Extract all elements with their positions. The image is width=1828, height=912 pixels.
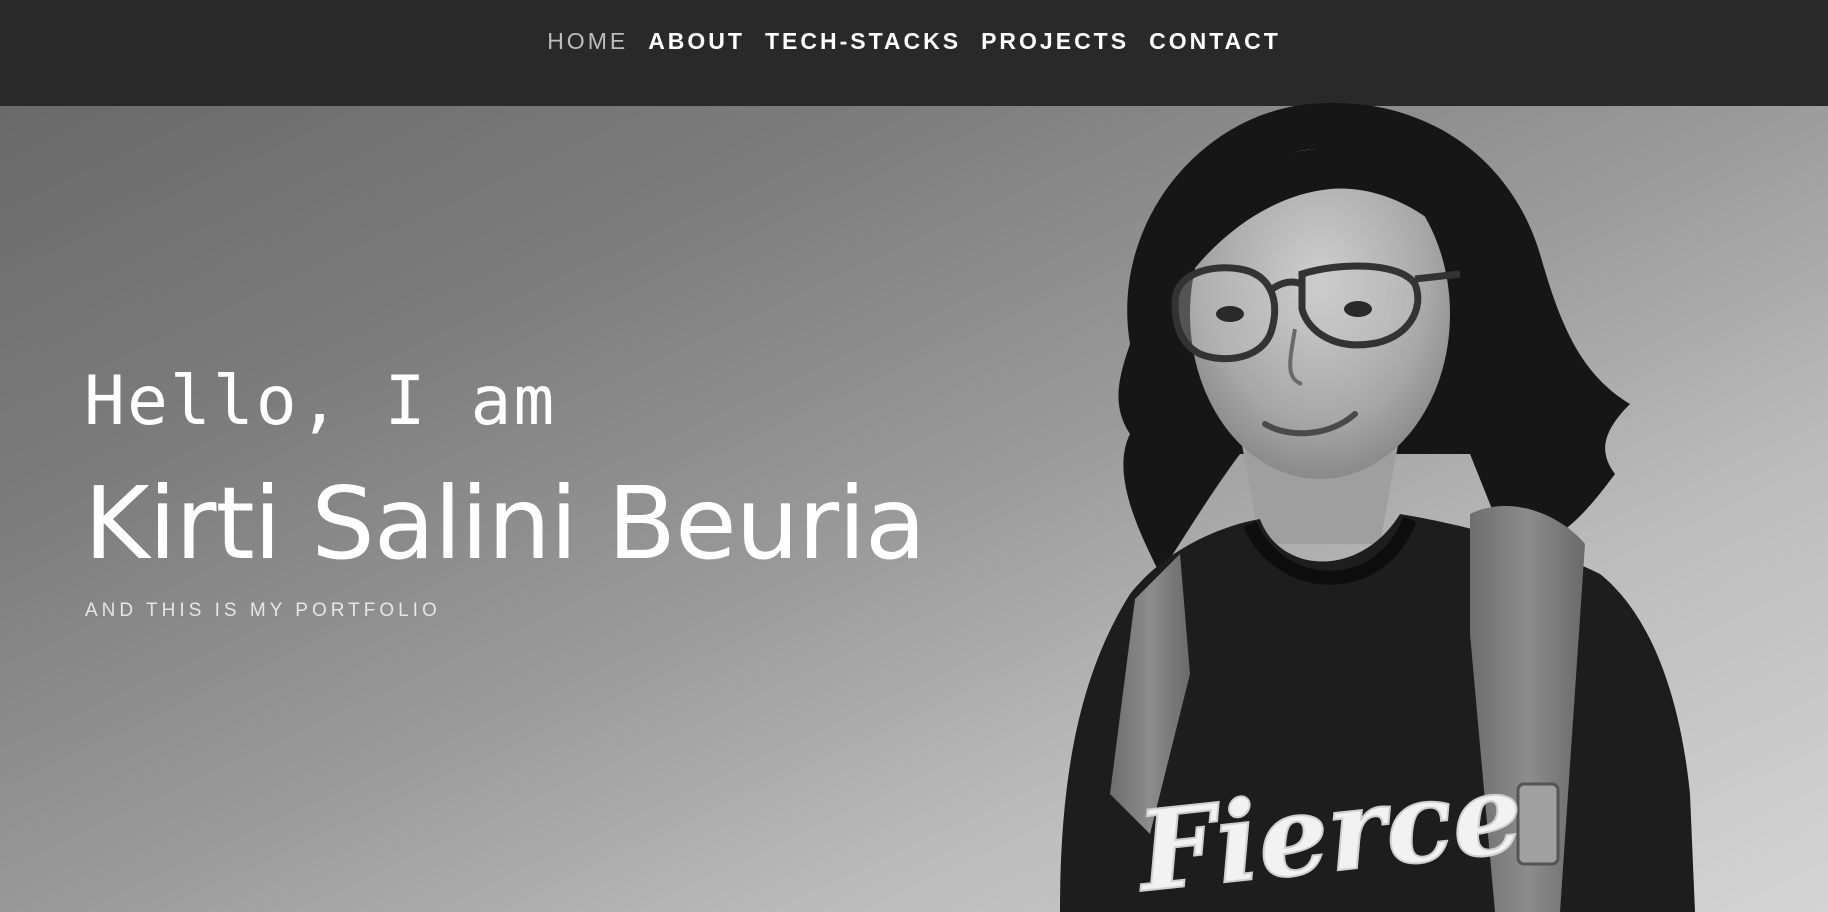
nav-item-contact: CONTACT xyxy=(1139,26,1291,56)
left-eye xyxy=(1216,306,1244,322)
nav-item-tech-stacks: TECH-STACKS xyxy=(755,26,971,56)
portrait-image: Fierce xyxy=(1060,102,1695,912)
hero-name: Kirti Salini Beuria xyxy=(84,465,926,582)
nav-link-projects[interactable]: PROJECTS xyxy=(971,28,1139,54)
nav-link-tech-stacks[interactable]: TECH-STACKS xyxy=(755,28,971,54)
hero-tagline: AND THIS IS MY PORTFOLIO xyxy=(85,600,441,621)
nav-list: HOME ABOUT TECH-STACKS PROJECTS CONTACT xyxy=(0,26,1828,56)
nav-link-home[interactable]: HOME xyxy=(537,28,638,54)
nav-item-home: HOME xyxy=(537,26,638,56)
right-eye xyxy=(1344,301,1372,317)
nav-item-projects: PROJECTS xyxy=(971,26,1139,56)
nav-link-about[interactable]: ABOUT xyxy=(638,28,755,54)
nav-link-contact[interactable]: CONTACT xyxy=(1139,28,1291,54)
nav-item-about: ABOUT xyxy=(638,26,755,56)
portfolio-page: HOME ABOUT TECH-STACKS PROJECTS CONTACT … xyxy=(0,0,1828,912)
hero-greeting: Hello, I am xyxy=(84,362,557,441)
